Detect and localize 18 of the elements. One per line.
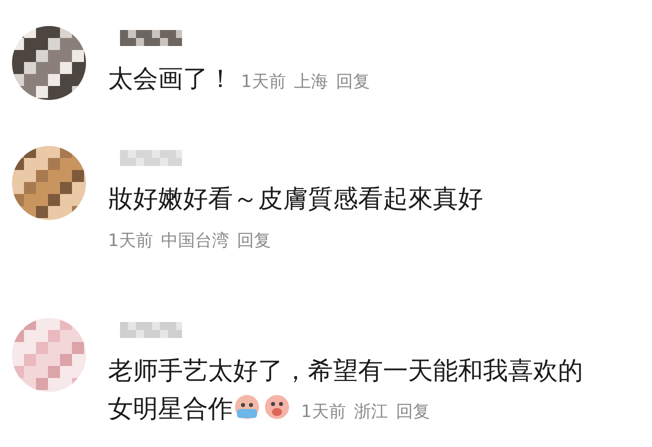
emoji-icon	[233, 393, 261, 421]
reply-link[interactable]: 回复	[336, 72, 370, 92]
blurred-username	[120, 322, 182, 338]
comment-text: 太会画了！	[108, 64, 233, 93]
blurred-username	[120, 30, 182, 46]
comment-location: 上海	[294, 72, 328, 92]
comment-time: 1天前	[108, 231, 153, 251]
reply-link[interactable]: 回复	[236, 231, 271, 251]
comment-location: 中国台湾	[160, 231, 229, 251]
comment-time: 1天前	[241, 72, 286, 92]
comment-time: 1天前	[301, 402, 346, 422]
comment-text: 女明星合作	[108, 394, 233, 423]
emoji-icon	[263, 393, 291, 421]
reply-link[interactable]: 回复	[396, 402, 430, 422]
comment-text: 妝好嫩好看～皮膚質感看起來真好	[108, 184, 483, 213]
blurred-username	[120, 150, 182, 166]
comment-location: 浙江	[354, 402, 388, 422]
comment-text: 老师手艺太好了，希望有一天能和我喜欢的	[108, 356, 583, 385]
